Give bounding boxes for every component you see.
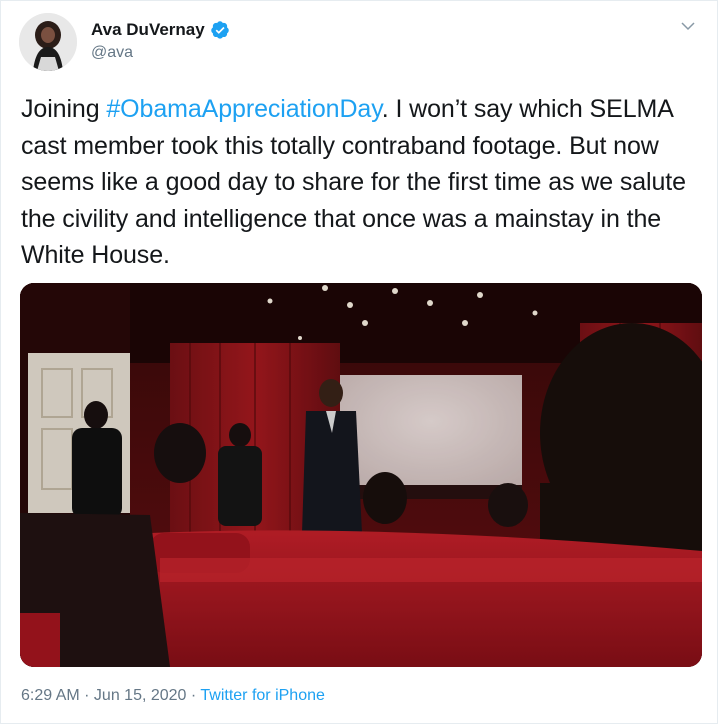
tweet-source-link[interactable]: Twitter for iPhone	[200, 687, 325, 704]
verified-badge-icon	[210, 21, 229, 39]
separator: ·	[79, 687, 94, 704]
avatar[interactable]	[19, 13, 77, 71]
tweet-time[interactable]: 6:29 AM	[21, 687, 80, 704]
tweet-media[interactable]	[20, 283, 702, 667]
screening-room-photo	[20, 283, 702, 667]
author-name-row[interactable]: Ava DuVernay	[91, 19, 230, 41]
chevron-down-icon[interactable]	[679, 17, 697, 35]
tweet-footer: 6:29 AM · Jun 15, 2020 · Twitter for iPh…	[21, 687, 325, 705]
tweet-text-before: Joining	[21, 95, 107, 123]
tweet-date[interactable]: Jun 15, 2020	[94, 687, 187, 704]
hashtag-link[interactable]: #ObamaAppreciationDay	[106, 95, 381, 123]
separator: ·	[186, 687, 201, 704]
avatar-image	[19, 13, 77, 71]
tweet-card: Ava DuVernay @ava Joining #ObamaApprecia…	[0, 0, 718, 724]
tweet-text: Joining #ObamaAppreciationDay. I won’t s…	[21, 91, 711, 274]
author-name[interactable]: Ava DuVernay	[91, 19, 205, 41]
author-handle[interactable]: @ava	[91, 44, 133, 62]
